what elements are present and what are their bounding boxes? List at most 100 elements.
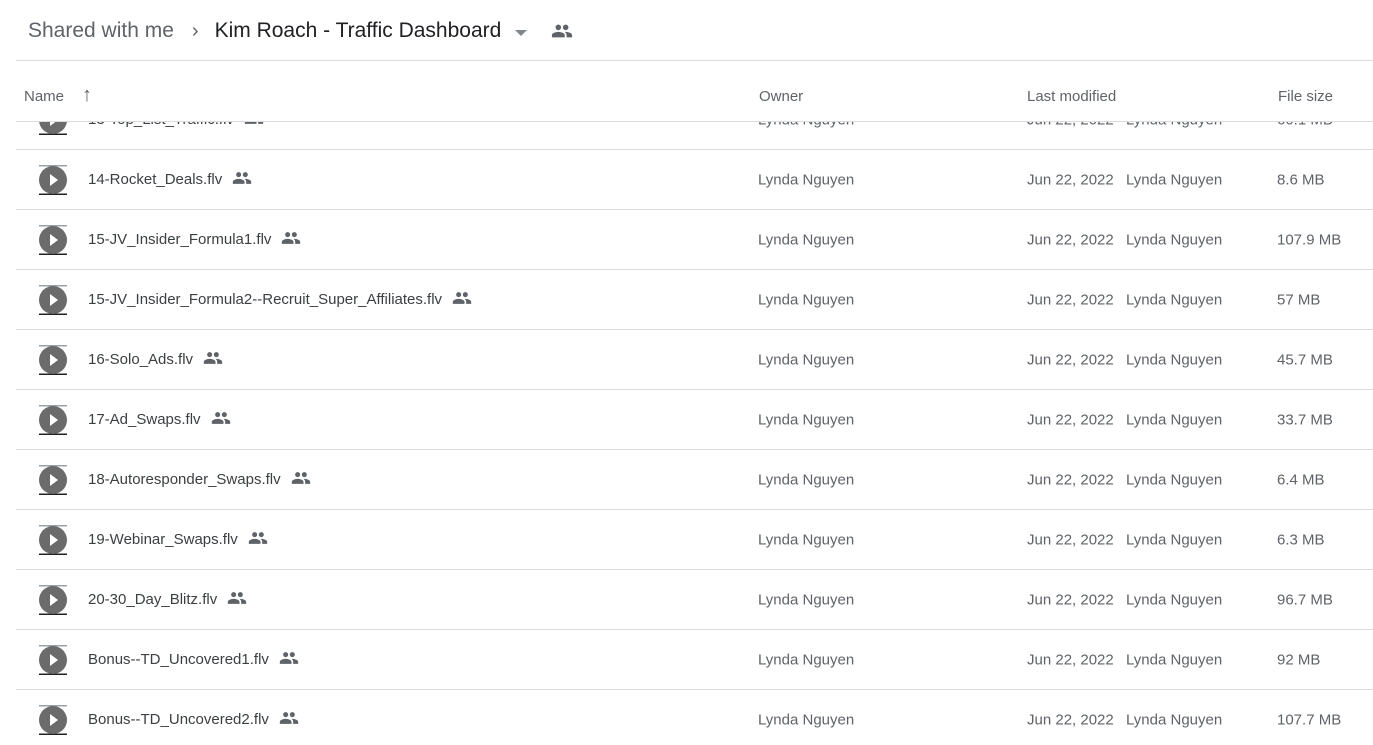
people-icon <box>552 24 573 38</box>
file-modified-by: Lynda Nguyen <box>1126 411 1223 428</box>
file-modified-by: Lynda Nguyen <box>1126 651 1223 668</box>
file-modified-by: Lynda Nguyen <box>1126 291 1223 308</box>
people-icon <box>291 468 311 492</box>
file-size: 92 MB <box>1277 651 1321 668</box>
video-play-icon <box>38 284 68 315</box>
file-name-cell: 15-JV_Insider_Formula1.flv <box>88 228 301 252</box>
people-icon <box>244 122 264 132</box>
file-name: 20-30_Day_Blitz.flv <box>88 591 218 608</box>
chevron-right-icon: › <box>191 19 199 42</box>
file-owner: Lynda Nguyen <box>758 291 855 308</box>
people-icon <box>279 708 299 732</box>
video-play-icon <box>38 524 68 555</box>
file-owner: Lynda Nguyen <box>758 231 855 248</box>
file-modified-date: Jun 22, 2022 <box>1027 351 1114 368</box>
sort-ascending-icon[interactable]: ↑ <box>82 84 92 107</box>
file-owner: Lynda Nguyen <box>758 122 854 128</box>
file-name-cell: 13-Top_List_Traffic.flv <box>88 122 264 132</box>
file-row[interactable]: 15-JV_Insider_Formula1.flv Lynda Nguyen Ju… <box>16 210 1373 270</box>
file-modified-by: Lynda Nguyen <box>1126 122 1222 128</box>
file-size: 6.3 MB <box>1277 531 1325 548</box>
video-play-icon <box>38 164 68 195</box>
file-name-cell: 19-Webinar_Swaps.flv <box>88 528 268 552</box>
file-name-cell: 17-Ad_Swaps.flv <box>88 408 231 432</box>
file-name-cell: Bonus--TD_Uncovered1.flv <box>88 648 299 672</box>
video-play-icon <box>38 224 68 255</box>
file-name: 15-JV_Insider_Formula1.flv <box>88 231 272 248</box>
file-row[interactable]: 14-Rocket_Deals.flv Lynda Nguyen Jun 22, 2… <box>16 150 1373 210</box>
file-modified-date: Jun 22, 2022 <box>1027 411 1114 428</box>
people-icon <box>227 588 247 612</box>
file-name: 17-Ad_Swaps.flv <box>88 411 201 428</box>
video-play-icon <box>38 464 68 495</box>
file-size: 60.1 MB <box>1277 122 1333 128</box>
file-name: 13-Top_List_Traffic.flv <box>88 122 234 128</box>
column-header-name[interactable]: Name <box>24 88 64 105</box>
file-name-cell: 18-Autoresponder_Swaps.flv <box>88 468 311 492</box>
file-row[interactable]: 15-JV_Insider_Formula2--Recruit_Super_Af… <box>16 270 1373 330</box>
file-modified-date: Jun 22, 2022 <box>1027 711 1114 728</box>
column-header-last-modified[interactable]: Last modified <box>1027 88 1116 105</box>
people-icon <box>281 228 301 252</box>
file-owner: Lynda Nguyen <box>758 171 855 188</box>
file-row[interactable]: 17-Ad_Swaps.flv Lynda Nguyen Jun 22, 2022 L… <box>16 390 1373 450</box>
file-name-cell: Bonus--TD_Uncovered2.flv <box>88 708 299 732</box>
file-row[interactable]: 20-30_Day_Blitz.flv Lynda Nguyen Jun 22, 2… <box>16 570 1373 630</box>
video-play-icon <box>38 584 68 615</box>
file-modified-by: Lynda Nguyen <box>1126 171 1223 188</box>
file-modified-by: Lynda Nguyen <box>1126 231 1223 248</box>
breadcrumb-current-folder[interactable]: Kim Roach - Traffic Dashboard <box>215 19 502 43</box>
file-modified-by: Lynda Nguyen <box>1126 531 1223 548</box>
file-name: 14-Rocket_Deals.flv <box>88 171 223 188</box>
file-modified-date: Jun 22, 2022 <box>1027 531 1114 548</box>
file-size: 96.7 MB <box>1277 591 1333 608</box>
file-row[interactable]: 18-Autoresponder_Swaps.flv Lynda Nguyen Ju… <box>16 450 1373 510</box>
file-modified-by: Lynda Nguyen <box>1126 591 1223 608</box>
file-row[interactable]: 13-Top_List_Traffic.flv Lynda Nguyen Jun 2… <box>16 122 1373 150</box>
file-modified-date: Jun 22, 2022 <box>1027 651 1114 668</box>
video-play-icon <box>38 344 68 375</box>
file-size: 45.7 MB <box>1277 351 1333 368</box>
breadcrumb-shared-with-me[interactable]: Shared with me <box>28 19 174 43</box>
file-modified-date: Jun 22, 2022 <box>1027 122 1114 128</box>
people-icon <box>279 648 299 672</box>
file-row[interactable]: 19-Webinar_Swaps.flv Lynda Nguyen Jun 22, … <box>16 510 1373 570</box>
file-modified-date: Jun 22, 2022 <box>1027 291 1114 308</box>
file-modified-date: Jun 22, 2022 <box>1027 471 1114 488</box>
file-name: 18-Autoresponder_Swaps.flv <box>88 471 281 488</box>
people-icon <box>203 348 223 372</box>
file-modified-date: Jun 22, 2022 <box>1027 591 1114 608</box>
file-owner: Lynda Nguyen <box>758 711 855 728</box>
file-modified-date: Jun 22, 2022 <box>1027 171 1114 188</box>
file-size: 57 MB <box>1277 291 1321 308</box>
file-name-cell: 16-Solo_Ads.flv <box>88 348 223 372</box>
file-size: 6.4 MB <box>1277 471 1325 488</box>
file-name: 16-Solo_Ads.flv <box>88 351 194 368</box>
file-row[interactable]: Bonus--TD_Uncovered2.flv Lynda Nguyen Jun … <box>16 690 1373 745</box>
file-size: 33.7 MB <box>1277 411 1333 428</box>
file-size: 107.7 MB <box>1277 711 1342 728</box>
file-name-cell: 15-JV_Insider_Formula2--Recruit_Super_Af… <box>88 288 472 312</box>
file-owner: Lynda Nguyen <box>758 471 855 488</box>
people-icon <box>211 408 231 432</box>
file-name: 15-JV_Insider_Formula2--Recruit_Super_Af… <box>88 291 443 308</box>
file-list[interactable]: 13-Top_List_Traffic.flv Lynda Nguyen Jun 2… <box>16 122 1373 745</box>
breadcrumb: Shared with me › Kim Roach - Traffic Das… <box>28 14 573 48</box>
file-row[interactable]: 16-Solo_Ads.flv Lynda Nguyen Jun 22, 2022 L… <box>16 330 1373 390</box>
video-play-icon <box>38 404 68 435</box>
file-name: 19-Webinar_Swaps.flv <box>88 531 238 548</box>
file-size: 8.6 MB <box>1277 171 1325 188</box>
file-modified-date: Jun 22, 2022 <box>1027 231 1114 248</box>
file-size: 107.9 MB <box>1277 231 1342 248</box>
file-row[interactable]: Bonus--TD_Uncovered1.flv Lynda Nguyen Jun … <box>16 630 1373 690</box>
file-owner: Lynda Nguyen <box>758 591 855 608</box>
video-play-icon <box>38 704 68 735</box>
dropdown-caret-icon[interactable] <box>515 29 528 36</box>
column-header-owner[interactable]: Owner <box>759 88 803 105</box>
file-name-cell: 20-30_Day_Blitz.flv <box>88 588 247 612</box>
column-header-file-size[interactable]: File size <box>1278 88 1333 105</box>
people-icon <box>452 288 472 312</box>
file-modified-by: Lynda Nguyen <box>1126 711 1223 728</box>
file-modified-by: Lynda Nguyen <box>1126 351 1223 368</box>
file-owner: Lynda Nguyen <box>758 411 855 428</box>
